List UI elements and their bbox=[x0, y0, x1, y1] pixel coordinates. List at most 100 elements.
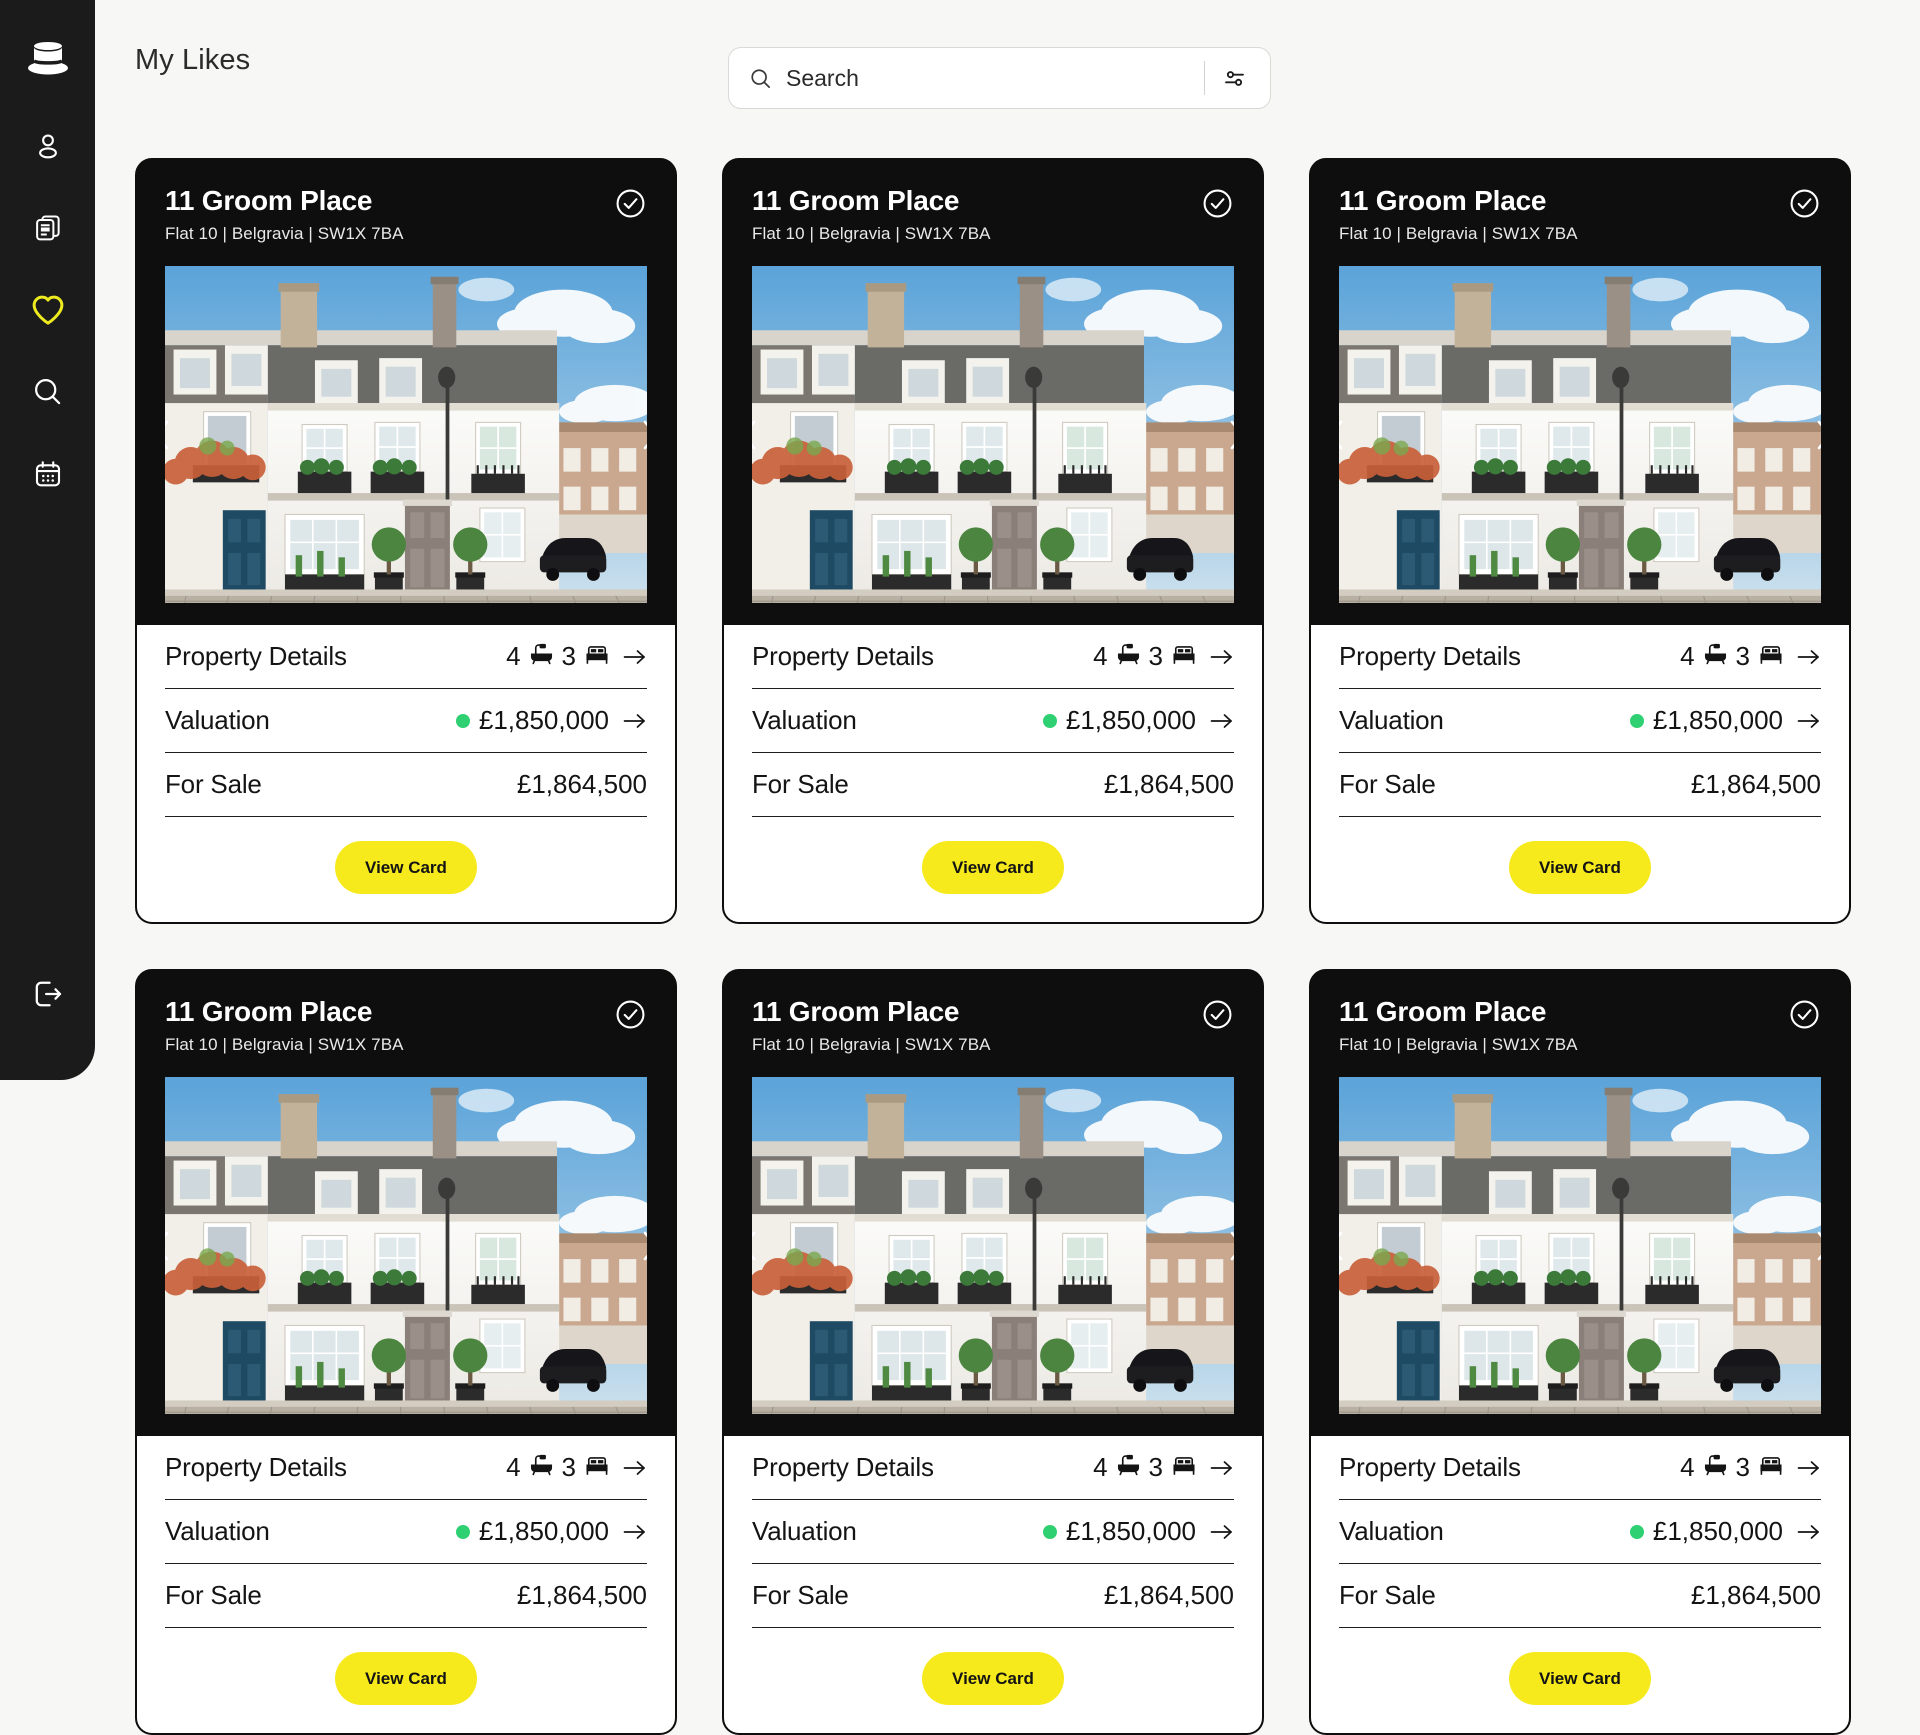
bath-icon bbox=[528, 1452, 555, 1483]
row-property-details[interactable]: Property Details 4 3 bbox=[752, 625, 1234, 689]
carousel-next-icon[interactable] bbox=[633, 412, 647, 458]
valuation-amount: £1,850,000 bbox=[1652, 1516, 1783, 1546]
liked-check-icon[interactable] bbox=[1788, 187, 1821, 220]
row-for-sale[interactable]: For Sale £1,864,500 bbox=[165, 753, 647, 817]
valuation-arrow-icon bbox=[1210, 712, 1234, 730]
carousel-next-icon[interactable] bbox=[633, 1223, 647, 1269]
user-icon bbox=[33, 131, 63, 166]
view-card-button[interactable]: View Card bbox=[922, 1652, 1064, 1705]
row-valuation[interactable]: Valuation £1,850,000 bbox=[165, 1500, 647, 1564]
carousel-prev-icon[interactable] bbox=[1339, 1223, 1353, 1269]
card-cta-area: View Card bbox=[137, 817, 675, 922]
property-photo-carousel[interactable] bbox=[1339, 266, 1821, 603]
property-card[interactable]: 11 Groom Place Flat 10 | Belgravia | SW1… bbox=[135, 158, 677, 924]
liked-check-icon[interactable] bbox=[1201, 998, 1234, 1031]
carousel-next-icon[interactable] bbox=[1807, 1223, 1821, 1269]
property-photo-carousel[interactable] bbox=[1339, 1077, 1821, 1414]
carousel-prev-icon[interactable] bbox=[1339, 412, 1353, 458]
carousel-next-icon[interactable] bbox=[1220, 412, 1234, 458]
liked-check-icon[interactable] bbox=[1788, 998, 1821, 1031]
sidebar-item-profile[interactable] bbox=[22, 122, 74, 174]
row-valuation[interactable]: Valuation £1,850,000 bbox=[1339, 689, 1821, 753]
row-for-sale[interactable]: For Sale £1,864,500 bbox=[752, 1564, 1234, 1628]
row-valuation[interactable]: Valuation £1,850,000 bbox=[165, 689, 647, 753]
valuation-value-group: £1,850,000 bbox=[1629, 1516, 1821, 1547]
property-card[interactable]: 11 Groom Place Flat 10 | Belgravia | SW1… bbox=[135, 969, 677, 1735]
property-card[interactable]: 11 Groom Place Flat 10 | Belgravia | SW1… bbox=[722, 158, 1264, 924]
view-card-button[interactable]: View Card bbox=[335, 1652, 477, 1705]
top-hat-logo-icon[interactable] bbox=[22, 32, 74, 84]
property-subtitle: Flat 10 | Belgravia | SW1X 7BA bbox=[165, 1035, 404, 1054]
for-sale-amount: £1,864,500 bbox=[1690, 1580, 1821, 1610]
status-dot-icon bbox=[1629, 1524, 1644, 1539]
carousel-prev-icon[interactable] bbox=[752, 1223, 766, 1269]
view-card-button[interactable]: View Card bbox=[1509, 841, 1651, 894]
card-info-panel: Property Details 4 3 Valuation £1,850,00… bbox=[1311, 1434, 1849, 1628]
status-dot-icon bbox=[1042, 1524, 1057, 1539]
view-card-button[interactable]: View Card bbox=[922, 841, 1064, 894]
valuation-amount: £1,850,000 bbox=[1065, 705, 1196, 735]
sidebar-item-logout[interactable] bbox=[22, 970, 74, 1022]
row-for-sale[interactable]: For Sale £1,864,500 bbox=[165, 1564, 647, 1628]
property-card[interactable]: 11 Groom Place Flat 10 | Belgravia | SW1… bbox=[722, 969, 1264, 1735]
row-for-sale[interactable]: For Sale £1,864,500 bbox=[1339, 1564, 1821, 1628]
bath-icon bbox=[1702, 641, 1729, 672]
property-card[interactable]: 11 Groom Place Flat 10 | Belgravia | SW1… bbox=[1309, 969, 1851, 1735]
bed-count: 3 bbox=[1735, 641, 1750, 671]
carousel-next-icon[interactable] bbox=[1807, 412, 1821, 458]
sidebar-item-likes[interactable] bbox=[22, 286, 74, 338]
bath-count: 4 bbox=[1680, 1452, 1695, 1482]
for-sale-amount: £1,864,500 bbox=[1103, 769, 1234, 799]
status-dot-icon bbox=[455, 713, 470, 728]
property-photo-carousel[interactable] bbox=[752, 266, 1234, 603]
search-input[interactable] bbox=[786, 64, 1204, 92]
view-card-button[interactable]: View Card bbox=[1509, 1652, 1651, 1705]
property-title: 11 Groom Place bbox=[752, 185, 960, 216]
carousel-prev-icon[interactable] bbox=[752, 412, 766, 458]
property-card[interactable]: 11 Groom Place Flat 10 | Belgravia | SW1… bbox=[1309, 158, 1851, 924]
search-icon bbox=[32, 376, 63, 412]
property-subtitle: Flat 10 | Belgravia | SW1X 7BA bbox=[752, 224, 991, 243]
sidebar-item-search[interactable] bbox=[22, 368, 74, 420]
row-for-sale[interactable]: For Sale £1,864,500 bbox=[752, 753, 1234, 817]
row-property-details[interactable]: Property Details 4 3 bbox=[752, 1436, 1234, 1500]
liked-check-icon[interactable] bbox=[614, 187, 647, 220]
property-title: 11 Groom Place bbox=[752, 996, 960, 1027]
row-valuation[interactable]: Valuation £1,850,000 bbox=[752, 1500, 1234, 1564]
filter-sliders-icon[interactable] bbox=[1221, 65, 1248, 92]
sidebar-item-documents[interactable] bbox=[22, 204, 74, 256]
bed-icon bbox=[583, 1452, 611, 1483]
for-sale-amount: £1,864,500 bbox=[1103, 1580, 1234, 1610]
liked-check-icon[interactable] bbox=[1201, 187, 1234, 220]
carousel-prev-icon[interactable] bbox=[165, 1223, 179, 1269]
search-icon bbox=[749, 67, 772, 90]
row-property-details[interactable]: Property Details 4 3 bbox=[1339, 625, 1821, 689]
valuation-label: Valuation bbox=[752, 705, 857, 735]
bath-icon bbox=[1702, 1452, 1729, 1483]
property-photo-carousel[interactable] bbox=[752, 1077, 1234, 1414]
row-property-details[interactable]: Property Details 4 3 bbox=[165, 1436, 647, 1500]
row-property-details[interactable]: Property Details 4 3 bbox=[1339, 1436, 1821, 1500]
bed-count: 3 bbox=[1148, 1452, 1163, 1482]
carousel-prev-icon[interactable] bbox=[165, 412, 179, 458]
property-specs: 4 3 bbox=[506, 641, 647, 672]
bath-count: 4 bbox=[506, 1452, 521, 1482]
row-valuation[interactable]: Valuation £1,850,000 bbox=[1339, 1500, 1821, 1564]
row-property-details[interactable]: Property Details 4 3 bbox=[165, 625, 647, 689]
row-valuation[interactable]: Valuation £1,850,000 bbox=[752, 689, 1234, 753]
details-arrow-icon bbox=[1797, 1459, 1821, 1477]
sidebar-item-calendar[interactable] bbox=[22, 450, 74, 502]
row-for-sale[interactable]: For Sale £1,864,500 bbox=[1339, 753, 1821, 817]
property-photo bbox=[165, 266, 647, 603]
for-sale-amount: £1,864,500 bbox=[1690, 769, 1821, 799]
property-details-label: Property Details bbox=[165, 641, 347, 671]
view-card-button[interactable]: View Card bbox=[335, 841, 477, 894]
carousel-next-icon[interactable] bbox=[1220, 1223, 1234, 1269]
card-cta-area: View Card bbox=[1311, 1628, 1849, 1733]
property-photo-carousel[interactable] bbox=[165, 1077, 647, 1414]
property-photo-carousel[interactable] bbox=[165, 266, 647, 603]
liked-check-icon[interactable] bbox=[614, 998, 647, 1031]
for-sale-label: For Sale bbox=[165, 769, 262, 799]
property-photo bbox=[1339, 266, 1821, 603]
details-arrow-icon bbox=[623, 648, 647, 666]
